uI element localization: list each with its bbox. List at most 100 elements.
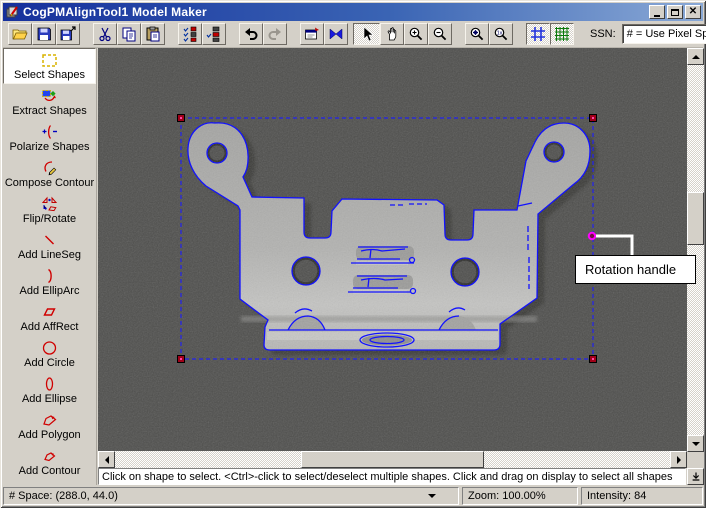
arrow-up-icon <box>691 54 700 59</box>
sidebar-item-add-circle[interactable]: Add Circle <box>3 336 96 372</box>
open-folder-icon <box>12 29 28 40</box>
scroll-up-button[interactable] <box>687 48 704 65</box>
maximize-button[interactable] <box>667 5 683 19</box>
ssn-combobox[interactable]: # = Use Pixel Space <box>621 24 706 44</box>
zoom-text: Zoom: 100.00% <box>468 490 546 502</box>
vertical-scroll-thumb[interactable] <box>687 192 704 245</box>
minimize-button[interactable] <box>649 5 665 19</box>
polarize-shapes-icon <box>41 123 58 140</box>
sidebar-item-add-ellipse[interactable]: Add Ellipse <box>3 372 96 408</box>
save-floppy-icon <box>37 27 51 41</box>
app-icon <box>6 6 18 18</box>
pointer-position-text: # Space: (288.0, 44.0) <box>9 490 118 502</box>
sidebar-item-polarize-shapes[interactable]: Polarize Shapes <box>3 120 96 156</box>
extract-shapes-icon <box>41 87 58 104</box>
sidebar-item-extract-shapes[interactable]: Extract Shapes <box>3 84 96 120</box>
checklist-red-icon <box>183 26 197 42</box>
compose-contour-icon <box>41 159 58 176</box>
flip-rotate-icon <box>41 195 58 212</box>
statusbar: # Space: (288.0, 44.0) Zoom: 100.00% Int… <box>3 487 703 505</box>
add-affrect-icon <box>41 303 58 320</box>
zoom-selection-button[interactable] <box>465 23 489 45</box>
save-button[interactable] <box>32 23 56 45</box>
canvas-area: Rotation handle Click on shape to select… <box>98 48 704 485</box>
close-icon: ✕ <box>688 6 698 17</box>
add-elliparc-icon <box>41 267 58 284</box>
select-shapes-icon <box>41 51 58 68</box>
vertical-scrollbar[interactable] <box>687 48 704 452</box>
zoom-in-icon <box>409 27 423 41</box>
shape-checklist-b-button[interactable] <box>202 23 226 45</box>
rotation-handle[interactable] <box>587 231 597 241</box>
zoom-1x-icon: 1x <box>494 27 508 41</box>
pan-tool-button[interactable] <box>380 23 404 45</box>
paste-icon <box>146 26 160 42</box>
ssn-combobox-value: # = Use Pixel Space <box>626 28 706 40</box>
sidebar-item-add-contour[interactable]: Add Contour <box>3 444 96 480</box>
space-dropdown-button[interactable] <box>422 489 442 503</box>
titlebar[interactable]: CogPMAlignTool1 Model Maker ✕ <box>3 3 703 21</box>
cut-button[interactable] <box>93 23 117 45</box>
ssn-label: SSN: <box>590 28 616 40</box>
rotation-handle-callout: Rotation handle <box>575 255 696 284</box>
app-window: CogPMAlignTool1 Model Maker ✕ 1x SSN: # … <box>0 0 706 508</box>
add-lineseg-icon <box>41 231 58 248</box>
sidebar-item-compose-contour[interactable]: Compose Contour <box>3 156 96 192</box>
undo-button[interactable] <box>239 23 263 45</box>
scissors-icon <box>99 27 111 42</box>
horizontal-scrollbar[interactable] <box>98 451 687 468</box>
zoom-1x-button[interactable]: 1x <box>489 23 513 45</box>
model-image <box>98 48 687 451</box>
scroll-left-button[interactable] <box>98 451 115 468</box>
close-button[interactable]: ✕ <box>685 5 701 19</box>
sidebar-item-add-lineseg[interactable]: Add LineSeg <box>3 228 96 264</box>
save-as-button[interactable] <box>56 23 80 45</box>
scroll-down-button[interactable] <box>687 435 704 452</box>
sidebar-item-add-affrect[interactable]: Add AffRect <box>3 300 96 336</box>
save-as-icon <box>60 26 76 41</box>
arrow-right-icon <box>676 455 681 464</box>
minimize-icon <box>654 14 660 17</box>
window-title: CogPMAlignTool1 Model Maker <box>23 5 207 19</box>
add-circle-icon <box>41 339 58 356</box>
expand-down-icon <box>692 472 699 481</box>
sidebar-item-select-shapes[interactable]: Select Shapes <box>3 48 96 84</box>
zoom-out-icon <box>433 27 447 41</box>
properties-dialog-icon <box>305 27 319 40</box>
toolbar: 1x SSN: # = Use Pixel Space <box>3 21 706 48</box>
horizontal-scroll-thumb[interactable] <box>301 451 484 468</box>
add-contour-icon <box>41 447 58 464</box>
grid-coarse-icon <box>531 27 545 41</box>
redo-button[interactable] <box>263 23 287 45</box>
pointer-position-panel: # Space: (288.0, 44.0) <box>3 487 459 505</box>
callout-text: Rotation handle <box>585 262 677 277</box>
hint-text: Click on shape to select. <Ctrl>-click t… <box>102 470 673 483</box>
intensity-panel: Intensity: 84 <box>581 487 703 505</box>
properties-button[interactable] <box>300 23 324 45</box>
svg-text:1x: 1x <box>497 31 503 37</box>
sidebar-item-add-elliparc[interactable]: Add EllipArc <box>3 264 96 300</box>
bowtie-icon <box>329 28 343 40</box>
open-button[interactable] <box>8 23 32 45</box>
message-expand-button[interactable] <box>687 468 704 485</box>
grid-fine-button[interactable] <box>550 23 574 45</box>
link-button[interactable] <box>324 23 348 45</box>
undo-icon <box>245 28 258 40</box>
pointer-tool-button[interactable] <box>353 23 380 45</box>
intensity-text: Intensity: 84 <box>587 490 647 502</box>
checklist-black-icon <box>206 26 220 42</box>
zoom-out-button[interactable] <box>428 23 452 45</box>
scroll-right-button[interactable] <box>670 451 687 468</box>
sidebar-item-add-polygon[interactable]: Add Polygon <box>3 408 96 444</box>
sidebar-item-flip-rotate[interactable]: Flip/Rotate <box>3 192 96 228</box>
arrow-cursor-icon <box>363 26 374 42</box>
add-polygon-icon <box>41 411 58 428</box>
paste-button[interactable] <box>141 23 165 45</box>
image-display[interactable] <box>98 48 687 451</box>
shape-checklist-a-button[interactable] <box>178 23 202 45</box>
hint-message-bar: Click on shape to select. <Ctrl>-click t… <box>98 468 686 485</box>
chevron-down-icon <box>428 494 436 498</box>
zoom-in-button[interactable] <box>404 23 428 45</box>
copy-button[interactable] <box>117 23 141 45</box>
grid-coarse-button[interactable] <box>526 23 550 45</box>
